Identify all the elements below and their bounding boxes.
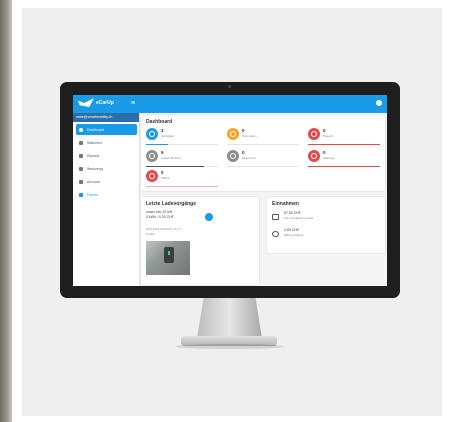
document-icon xyxy=(79,153,83,158)
stat-value: 0 xyxy=(242,128,245,133)
app-name: eCarUp xyxy=(96,99,114,106)
stand-shadow xyxy=(176,344,284,349)
plug-off-icon xyxy=(146,150,158,162)
app-topbar: eCarUp ≡ xyxy=(73,95,387,113)
left-edge-photo xyxy=(0,0,12,422)
income-desc: Bald verfügbar xyxy=(284,233,304,237)
income-title: Einnahmen xyxy=(272,201,299,207)
income-row-payout[interactable]: 57.00 CHF Zur Auszahlung bereit xyxy=(272,211,372,225)
sidebar-item-label: Reports xyxy=(87,153,100,158)
sidebar-item-label: Fahren xyxy=(87,192,99,197)
stat-label: Besetzt xyxy=(323,134,334,138)
power-icon xyxy=(308,128,320,140)
account-icon xyxy=(79,179,83,184)
charging-station-icon xyxy=(79,140,83,145)
stat-bar xyxy=(227,144,299,145)
income-card: Einnahmen 57.00 CHF Zur Auszahlung berei… xyxy=(267,197,385,253)
stat-label: Wartung xyxy=(323,156,335,160)
stat-reserviert[interactable]: 0 Reserviert xyxy=(227,150,299,172)
session-station: smart mio 22 kW xyxy=(146,210,173,214)
sidebar-item-label: Dashboard xyxy=(87,127,105,132)
app-logo[interactable]: eCarUp xyxy=(78,98,114,107)
stat-bar xyxy=(146,166,218,167)
plug-icon xyxy=(146,128,158,140)
stat-value: 0 xyxy=(323,128,326,133)
income-amount: 0.00 CHF xyxy=(284,228,299,232)
stat-bar xyxy=(146,144,218,145)
stat-bar xyxy=(227,166,299,167)
sidebar-item-label: Account xyxy=(87,179,100,184)
session-detail-button[interactable] xyxy=(205,213,213,221)
user-email: mate@smartmobility.ch xyxy=(73,113,139,122)
stat-besetzt[interactable]: 0 Besetzt xyxy=(308,128,380,150)
stat-wartung[interactable]: 0 Wartung xyxy=(308,150,380,172)
stat-verbunden[interactable]: 0 Verbunden xyxy=(227,128,299,150)
stat-label: Reserviert xyxy=(242,156,256,160)
stat-value: 0 xyxy=(242,150,245,155)
stat-ausser-betrieb[interactable]: 5 Ausser Betrieb xyxy=(146,150,218,172)
sidebar: mate@smartmobility.ch Dashboard Statione… xyxy=(73,113,140,286)
webcam xyxy=(228,85,231,88)
menu-icon[interactable]: ≡ xyxy=(131,100,135,107)
recent-sessions-title: Letzte Ladevorgänge xyxy=(146,201,197,207)
stat-value: 3 xyxy=(161,128,164,133)
main-content: Dashboard 3 Verfügbar 0 Verbunden 0 Bese… xyxy=(141,115,385,285)
settings-icon[interactable] xyxy=(376,100,382,106)
offline-icon xyxy=(146,170,158,182)
sidebar-item-label: Stationen xyxy=(87,140,102,145)
stat-label: Ausser Betrieb xyxy=(161,156,181,160)
stat-label: Offline xyxy=(161,176,170,180)
connection-icon xyxy=(227,128,239,140)
income-amount: 57.00 CHF xyxy=(284,211,301,215)
sidebar-item-account[interactable]: Account xyxy=(76,176,137,187)
session-energy: 0 kWh xyxy=(146,232,155,236)
charger-icon xyxy=(164,247,174,263)
stat-label: Verfügbar xyxy=(161,134,175,138)
stat-bar xyxy=(308,166,380,167)
dashboard-card: Dashboard 3 Verfügbar 0 Verbunden 0 Bese… xyxy=(141,115,385,191)
wrench-icon xyxy=(308,150,320,162)
stat-value: 0 xyxy=(161,170,164,175)
wrench-icon xyxy=(79,166,83,171)
sidebar-item-stationen[interactable]: Stationen xyxy=(76,137,137,148)
card-icon xyxy=(272,214,279,220)
stat-value: 0 xyxy=(323,150,326,155)
monitor-screen: eCarUp ≡ mate@smartmobility.ch Dashboard… xyxy=(73,95,387,286)
car-icon xyxy=(79,192,83,197)
sidebar-item-dashboard[interactable]: Dashboard xyxy=(76,124,137,135)
stat-offline[interactable]: 0 Offline xyxy=(146,170,218,192)
charging-station-photo xyxy=(146,241,190,275)
logo-mark-icon xyxy=(78,98,94,107)
sidebar-item-label: Werkzeug xyxy=(87,166,103,171)
recent-sessions-card: Letzte Ladevorgänge smart mio 22 kW 0 kW… xyxy=(141,197,259,285)
stat-label: Verbunden xyxy=(242,134,257,138)
session-cost: 0 kWh / 0.00 CHF xyxy=(146,215,174,219)
stat-bar xyxy=(146,186,218,187)
sidebar-item-fahren[interactable]: Fahren xyxy=(76,189,137,200)
monitor: eCarUp ≡ mate@smartmobility.ch Dashboard… xyxy=(60,82,400,298)
stat-verfuegbar[interactable]: 3 Verfügbar xyxy=(146,128,218,150)
sidebar-item-reports[interactable]: Reports xyxy=(76,150,137,161)
dashboard-title: Dashboard xyxy=(146,119,173,125)
speedometer-icon xyxy=(79,127,83,132)
bookmark-icon xyxy=(227,150,239,162)
stat-value: 5 xyxy=(161,150,164,155)
income-desc: Zur Auszahlung bereit xyxy=(284,216,314,220)
stat-bar xyxy=(308,144,380,145)
sidebar-item-werkzeug[interactable]: Werkzeug xyxy=(76,163,137,174)
monitor-stand-neck xyxy=(197,298,262,338)
clock-icon xyxy=(272,231,279,237)
income-row-pending[interactable]: 0.00 CHF Bald verfügbar xyxy=(272,228,372,242)
session-time: 25.5.2018 00:00:00 / 4.1 h xyxy=(146,227,182,231)
